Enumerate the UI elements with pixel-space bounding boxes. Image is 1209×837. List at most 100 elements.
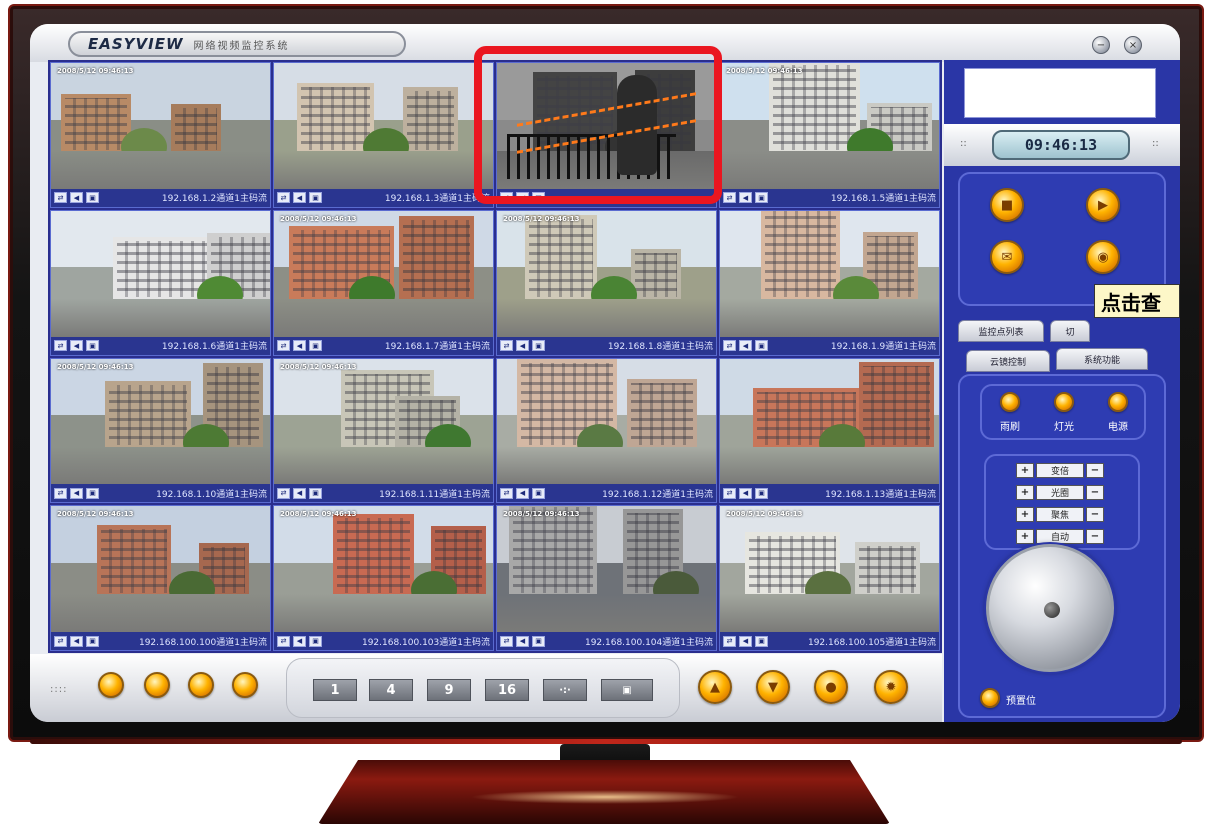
video-cell[interactable]: 2008/5/12 09:46:13 ⇄ ◀ ▣ 192.168.100.105通道1主… — [719, 505, 940, 651]
audio-icon[interactable]: ◀ — [293, 340, 306, 351]
network-icon[interactable]: ⇄ — [54, 192, 67, 204]
layout-9-button[interactable]: 9 — [427, 679, 471, 701]
snapshot-icon[interactable]: ▣ — [532, 635, 545, 647]
video-cell[interactable]: ⇄ ◀ ▣ 192.168.1.3通道1主码流 — [273, 62, 494, 208]
focus-far-button[interactable]: − — [1086, 507, 1104, 522]
audio-icon[interactable]: ◀ — [70, 192, 83, 204]
lock-button[interactable]: ▣ — [601, 679, 653, 701]
snapshot-icon[interactable]: ▣ — [309, 192, 322, 204]
video-cell[interactable]: 2008/5/12 09:46:13 ⇄ ◀ ▣ 192.168.1.8通道1主码流 — [496, 209, 717, 356]
snapshot-icon[interactable]: ▣ — [86, 340, 99, 351]
play-button[interactable]: ▶ — [1086, 188, 1120, 222]
ptz-joystick[interactable] — [986, 544, 1114, 672]
tab-ptz-control[interactable]: 云镜控制 — [966, 350, 1050, 372]
network-icon[interactable]: ⇄ — [723, 487, 736, 499]
network-icon[interactable]: ⇄ — [723, 340, 736, 351]
wiper-button[interactable] — [1000, 392, 1020, 412]
audio-icon[interactable]: ◀ — [739, 192, 752, 204]
video-cell[interactable]: ⇄ ◀ ▣ — [496, 62, 717, 208]
audio-icon[interactable]: ◀ — [70, 635, 83, 647]
zoom-in-button[interactable]: + — [1016, 463, 1034, 478]
iris-close-button[interactable]: − — [1086, 485, 1104, 500]
network-icon[interactable]: ⇄ — [500, 340, 513, 351]
snapshot-icon[interactable]: ▣ — [532, 340, 545, 351]
network-icon[interactable]: ⇄ — [723, 635, 736, 647]
snapshot-icon[interactable]: ▣ — [309, 487, 322, 499]
snapshot-icon[interactable]: ▣ — [755, 340, 768, 351]
video-cell[interactable]: 2008/5/12 09:46:13 ⇄ ◀ ▣ 192.168.100.100通道1主… — [50, 505, 271, 651]
network-icon[interactable]: ⇄ — [500, 487, 513, 499]
snapshot-icon[interactable]: ▣ — [755, 635, 768, 647]
snapshot-icon[interactable]: ▣ — [86, 487, 99, 499]
page-down-button[interactable]: ▼ — [756, 670, 790, 704]
video-cell[interactable]: 2008/5/12 09:46:13 ⇄ ◀ ▣ 192.168.1.10通道1主码流 — [50, 357, 271, 504]
audio-icon[interactable]: ◀ — [516, 487, 529, 499]
audio-icon[interactable]: ◀ — [70, 340, 83, 351]
toolbar-round-button-4[interactable] — [232, 672, 258, 698]
audio-icon[interactable]: ◀ — [739, 340, 752, 351]
mail-button[interactable]: ✉ — [990, 240, 1024, 274]
tab-monitor-list[interactable]: 监控点列表 — [958, 320, 1044, 342]
layout-custom-button[interactable]: ·:· — [543, 679, 587, 701]
toolbar-round-button-3[interactable] — [188, 672, 214, 698]
layout-4-button[interactable]: 4 — [369, 679, 413, 701]
snapshot-icon[interactable]: ▣ — [86, 192, 99, 204]
auto-on-button[interactable]: + — [1016, 529, 1034, 544]
audio-icon[interactable]: ◀ — [293, 635, 306, 647]
audio-icon[interactable]: ◀ — [739, 635, 752, 647]
snapshot-icon[interactable]: ▣ — [532, 192, 545, 204]
zoom-out-button[interactable]: − — [1086, 463, 1104, 478]
toolbar-round-button-1[interactable] — [98, 672, 124, 698]
settings-button[interactable]: ✹ — [874, 670, 908, 704]
network-icon[interactable]: ⇄ — [500, 635, 513, 647]
light-button[interactable] — [1054, 392, 1074, 412]
video-cell[interactable]: 2008/5/12 09:46:13 ⇄ ◀ ▣ 192.168.1.5通道1主码流 — [719, 62, 940, 208]
stop-button[interactable]: ■ — [990, 188, 1024, 222]
preset-button[interactable] — [980, 688, 1000, 708]
network-icon[interactable]: ⇄ — [54, 340, 67, 351]
audio-icon[interactable]: ◀ — [739, 487, 752, 499]
network-icon[interactable]: ⇄ — [54, 635, 67, 647]
focus-near-button[interactable]: + — [1016, 507, 1034, 522]
audio-icon[interactable]: ◀ — [516, 192, 529, 204]
video-cell[interactable]: ⇄ ◀ ▣ 192.168.1.6通道1主码流 — [50, 209, 271, 356]
video-cell[interactable]: ⇄ ◀ ▣ 192.168.1.12通道1主码流 — [496, 357, 717, 504]
network-icon[interactable]: ⇄ — [277, 192, 290, 204]
toolbar-round-button-2[interactable] — [144, 672, 170, 698]
audio-icon[interactable]: ◀ — [516, 635, 529, 647]
network-icon[interactable]: ⇄ — [277, 340, 290, 351]
snapshot-icon[interactable]: ▣ — [309, 635, 322, 647]
video-cell[interactable]: ⇄ ◀ ▣ 192.168.1.9通道1主码流 — [719, 209, 940, 356]
record-button[interactable]: ● — [814, 670, 848, 704]
iris-open-button[interactable]: + — [1016, 485, 1034, 500]
video-cell[interactable]: ⇄ ◀ ▣ 192.168.1.13通道1主码流 — [719, 357, 940, 504]
joystick-knob[interactable] — [1044, 602, 1060, 618]
audio-icon[interactable]: ◀ — [293, 192, 306, 204]
close-button[interactable]: × — [1124, 36, 1142, 54]
tab-switch[interactable]: 切 — [1050, 320, 1090, 342]
audio-icon[interactable]: ◀ — [293, 487, 306, 499]
snapshot-icon[interactable]: ▣ — [86, 635, 99, 647]
network-icon[interactable]: ⇄ — [723, 192, 736, 204]
minimize-button[interactable]: − — [1092, 36, 1110, 54]
video-cell[interactable]: 2008/5/12 09:46:13 ⇄ ◀ ▣ 192.168.100.104通道1主… — [496, 505, 717, 651]
network-icon[interactable]: ⇄ — [277, 635, 290, 647]
power-button[interactable] — [1108, 392, 1128, 412]
audio-icon[interactable]: ◀ — [516, 340, 529, 351]
snapshot-icon[interactable]: ▣ — [755, 487, 768, 499]
audio-icon[interactable]: ◀ — [70, 487, 83, 499]
network-icon[interactable]: ⇄ — [500, 192, 513, 204]
snapshot-icon[interactable]: ▣ — [309, 340, 322, 351]
layout-1-button[interactable]: 1 — [313, 679, 357, 701]
video-cell[interactable]: 2008/5/12 09:46:13 ⇄ ◀ ▣ 192.168.1.7通道1主码流 — [273, 209, 494, 356]
auto-off-button[interactable]: − — [1086, 529, 1104, 544]
video-cell[interactable]: 2008/5/12 09:46:13 ⇄ ◀ ▣ 192.168.100.103通道1主… — [273, 505, 494, 651]
video-cell[interactable]: 2008/5/12 09:46:13 ⇄ ◀ ▣ 192.168.1.2通道1主码流 — [50, 62, 271, 208]
capture-button[interactable]: ◉ — [1086, 240, 1120, 274]
snapshot-icon[interactable]: ▣ — [532, 487, 545, 499]
page-up-button[interactable]: ▲ — [698, 670, 732, 704]
network-icon[interactable]: ⇄ — [54, 487, 67, 499]
tab-system-functions[interactable]: 系统功能 — [1056, 348, 1148, 370]
network-icon[interactable]: ⇄ — [277, 487, 290, 499]
snapshot-icon[interactable]: ▣ — [755, 192, 768, 204]
